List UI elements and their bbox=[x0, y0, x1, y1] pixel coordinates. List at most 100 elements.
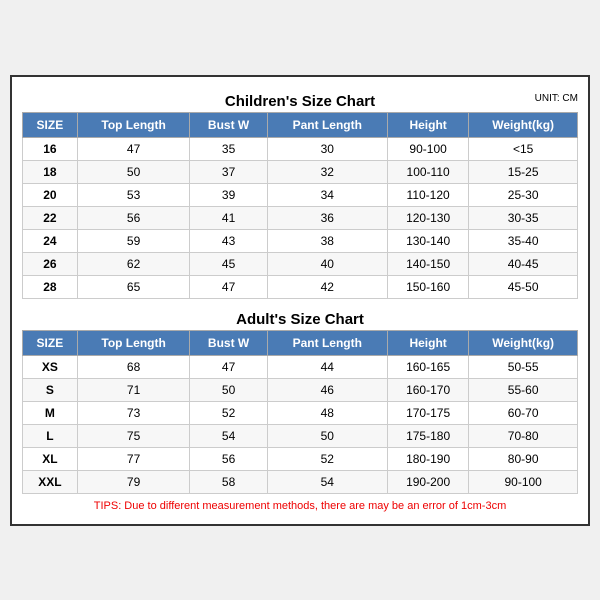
table-cell: XXL bbox=[23, 470, 78, 493]
table-cell: 25-30 bbox=[469, 183, 578, 206]
table-cell: 60-70 bbox=[469, 401, 578, 424]
table-row: 20533934110-12025-30 bbox=[23, 183, 578, 206]
table-cell: 48 bbox=[267, 401, 387, 424]
table-cell: 40-45 bbox=[469, 252, 578, 275]
table-cell: 35 bbox=[190, 137, 267, 160]
table-cell: 90-100 bbox=[469, 470, 578, 493]
table-cell: 52 bbox=[190, 401, 267, 424]
table-cell: 79 bbox=[77, 470, 190, 493]
table-cell: 38 bbox=[267, 229, 387, 252]
children-header-row: SIZETop LengthBust WPant LengthHeightWei… bbox=[23, 112, 578, 137]
table-row: L755450175-18070-80 bbox=[23, 424, 578, 447]
table-cell: 175-180 bbox=[387, 424, 468, 447]
adult-col-header: Pant Length bbox=[267, 330, 387, 355]
table-cell: 68 bbox=[77, 355, 190, 378]
table-cell: 59 bbox=[77, 229, 190, 252]
table-cell: 35-40 bbox=[469, 229, 578, 252]
table-cell: 41 bbox=[190, 206, 267, 229]
chart-container: Children's Size Chart UNIT: CM SIZETop L… bbox=[10, 75, 590, 526]
table-cell: 73 bbox=[77, 401, 190, 424]
adult-title: Adult's Size Chart bbox=[236, 311, 364, 328]
table-cell: 34 bbox=[267, 183, 387, 206]
table-cell: 26 bbox=[23, 252, 78, 275]
table-cell: 55-60 bbox=[469, 378, 578, 401]
table-cell: 50 bbox=[267, 424, 387, 447]
table-cell: 54 bbox=[267, 470, 387, 493]
table-cell: S bbox=[23, 378, 78, 401]
table-cell: 43 bbox=[190, 229, 267, 252]
table-cell: 50 bbox=[190, 378, 267, 401]
children-title: Children's Size Chart bbox=[225, 93, 375, 110]
table-cell: 80-90 bbox=[469, 447, 578, 470]
table-row: XL775652180-19080-90 bbox=[23, 447, 578, 470]
table-cell: 20 bbox=[23, 183, 78, 206]
table-cell: 58 bbox=[190, 470, 267, 493]
table-cell: 36 bbox=[267, 206, 387, 229]
table-cell: 39 bbox=[190, 183, 267, 206]
table-cell: 24 bbox=[23, 229, 78, 252]
table-cell: 160-165 bbox=[387, 355, 468, 378]
children-col-header: Weight(kg) bbox=[469, 112, 578, 137]
table-cell: 16 bbox=[23, 137, 78, 160]
table-row: 24594338130-14035-40 bbox=[23, 229, 578, 252]
tips-text: TIPS: Due to different measurement metho… bbox=[22, 494, 578, 514]
table-cell: 75 bbox=[77, 424, 190, 447]
table-cell: 50-55 bbox=[469, 355, 578, 378]
table-row: 22564136120-13030-35 bbox=[23, 206, 578, 229]
adult-section-title: Adult's Size Chart bbox=[22, 305, 578, 330]
unit-label: UNIT: CM bbox=[535, 93, 578, 104]
table-cell: 52 bbox=[267, 447, 387, 470]
adult-header-row: SIZETop LengthBust WPant LengthHeightWei… bbox=[23, 330, 578, 355]
children-col-header: Pant Length bbox=[267, 112, 387, 137]
children-col-header: Top Length bbox=[77, 112, 190, 137]
table-row: XXL795854190-20090-100 bbox=[23, 470, 578, 493]
table-cell: 71 bbox=[77, 378, 190, 401]
adult-col-header: Top Length bbox=[77, 330, 190, 355]
table-cell: 65 bbox=[77, 275, 190, 298]
table-cell: 46 bbox=[267, 378, 387, 401]
adult-col-header: SIZE bbox=[23, 330, 78, 355]
table-cell: 56 bbox=[77, 206, 190, 229]
children-col-header: Bust W bbox=[190, 112, 267, 137]
table-row: M735248170-17560-70 bbox=[23, 401, 578, 424]
table-cell: 150-160 bbox=[387, 275, 468, 298]
table-cell: 32 bbox=[267, 160, 387, 183]
table-cell: <15 bbox=[469, 137, 578, 160]
table-cell: 45-50 bbox=[469, 275, 578, 298]
table-cell: 42 bbox=[267, 275, 387, 298]
table-cell: 54 bbox=[190, 424, 267, 447]
table-row: 26624540140-15040-45 bbox=[23, 252, 578, 275]
adult-col-header: Height bbox=[387, 330, 468, 355]
table-cell: 47 bbox=[190, 275, 267, 298]
table-cell: 37 bbox=[190, 160, 267, 183]
table-cell: 47 bbox=[77, 137, 190, 160]
table-cell: L bbox=[23, 424, 78, 447]
table-cell: 170-175 bbox=[387, 401, 468, 424]
table-cell: 44 bbox=[267, 355, 387, 378]
table-cell: 56 bbox=[190, 447, 267, 470]
table-cell: 77 bbox=[77, 447, 190, 470]
table-cell: 50 bbox=[77, 160, 190, 183]
table-cell: M bbox=[23, 401, 78, 424]
table-cell: 28 bbox=[23, 275, 78, 298]
table-cell: 140-150 bbox=[387, 252, 468, 275]
table-cell: 30-35 bbox=[469, 206, 578, 229]
adult-table: SIZETop LengthBust WPant LengthHeightWei… bbox=[22, 330, 578, 494]
table-row: S715046160-17055-60 bbox=[23, 378, 578, 401]
table-cell: 53 bbox=[77, 183, 190, 206]
table-cell: 47 bbox=[190, 355, 267, 378]
table-cell: 45 bbox=[190, 252, 267, 275]
adult-col-header: Bust W bbox=[190, 330, 267, 355]
table-cell: 130-140 bbox=[387, 229, 468, 252]
table-cell: XS bbox=[23, 355, 78, 378]
table-row: 28654742150-16045-50 bbox=[23, 275, 578, 298]
children-col-header: SIZE bbox=[23, 112, 78, 137]
table-cell: 30 bbox=[267, 137, 387, 160]
children-col-header: Height bbox=[387, 112, 468, 137]
table-cell: 100-110 bbox=[387, 160, 468, 183]
table-cell: 18 bbox=[23, 160, 78, 183]
table-row: 1647353090-100<15 bbox=[23, 137, 578, 160]
table-cell: 70-80 bbox=[469, 424, 578, 447]
table-cell: XL bbox=[23, 447, 78, 470]
children-section-title: Children's Size Chart UNIT: CM bbox=[22, 87, 578, 112]
